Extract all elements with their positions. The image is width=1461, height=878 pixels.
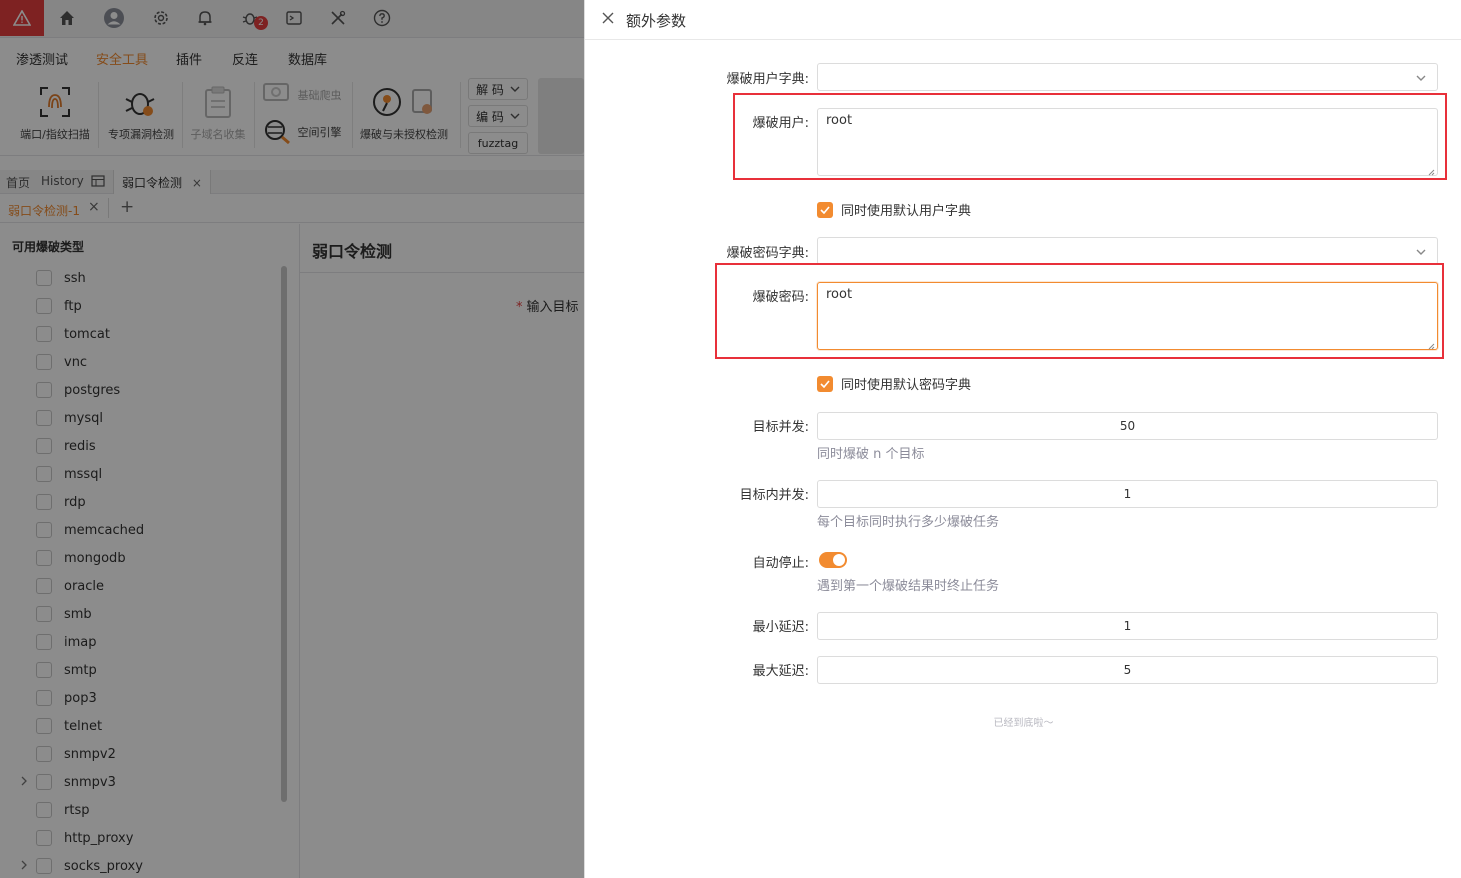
inner-concurrency-input[interactable]: 1	[817, 480, 1438, 508]
use-default-pass-dict-checkbox[interactable]: 同时使用默认密码字典	[817, 374, 971, 393]
target-concurrency-help: 同时爆破 n 个目标	[817, 447, 925, 462]
min-delay-label: 最小延迟:	[752, 620, 809, 635]
min-delay-input[interactable]: 1	[817, 612, 1438, 640]
extra-params-drawer: 额外参数 爆破用户字典: 爆破用户: root 同时使用默认用户字典 爆破密码字…	[584, 0, 1461, 878]
toggle-knob	[833, 554, 845, 566]
end-of-list-note: 已经到底啦～	[993, 718, 1054, 729]
use-default-user-dict-checkbox[interactable]: 同时使用默认用户字典	[817, 200, 971, 219]
drawer-title: 额外参数	[626, 12, 687, 30]
auto-stop-label: 自动停止:	[752, 556, 809, 571]
inner-concurrency-label: 目标内并发:	[739, 488, 809, 503]
use-default-user-dict-label: 同时使用默认用户字典	[841, 204, 972, 219]
pass-dict-select[interactable]	[817, 237, 1438, 265]
auto-stop-help: 遇到第一个爆破结果时终止任务	[817, 579, 1000, 594]
max-delay-input[interactable]: 5	[817, 656, 1438, 684]
pass-dict-label: 爆破密码字典:	[726, 246, 809, 261]
checkmark-icon	[817, 201, 833, 218]
checkmark-icon	[817, 375, 833, 392]
inner-concurrency-help: 每个目标同时执行多少爆破任务	[817, 515, 1000, 530]
target-concurrency-label: 目标并发:	[752, 420, 809, 435]
chevron-down-icon	[1415, 246, 1427, 258]
auto-stop-toggle[interactable]	[819, 552, 847, 568]
use-default-pass-dict-label: 同时使用默认密码字典	[841, 378, 972, 393]
user-dict-label: 爆破用户字典:	[726, 72, 809, 87]
highlight-box-passwords	[715, 263, 1444, 359]
drawer-header: 额外参数	[585, 0, 1461, 40]
user-dict-select[interactable]	[817, 63, 1438, 91]
max-delay-label: 最大延迟:	[752, 664, 809, 679]
highlight-box-users	[733, 93, 1447, 180]
target-concurrency-input[interactable]: 50	[817, 412, 1438, 440]
chevron-down-icon	[1415, 72, 1427, 84]
close-icon[interactable]	[601, 11, 617, 27]
